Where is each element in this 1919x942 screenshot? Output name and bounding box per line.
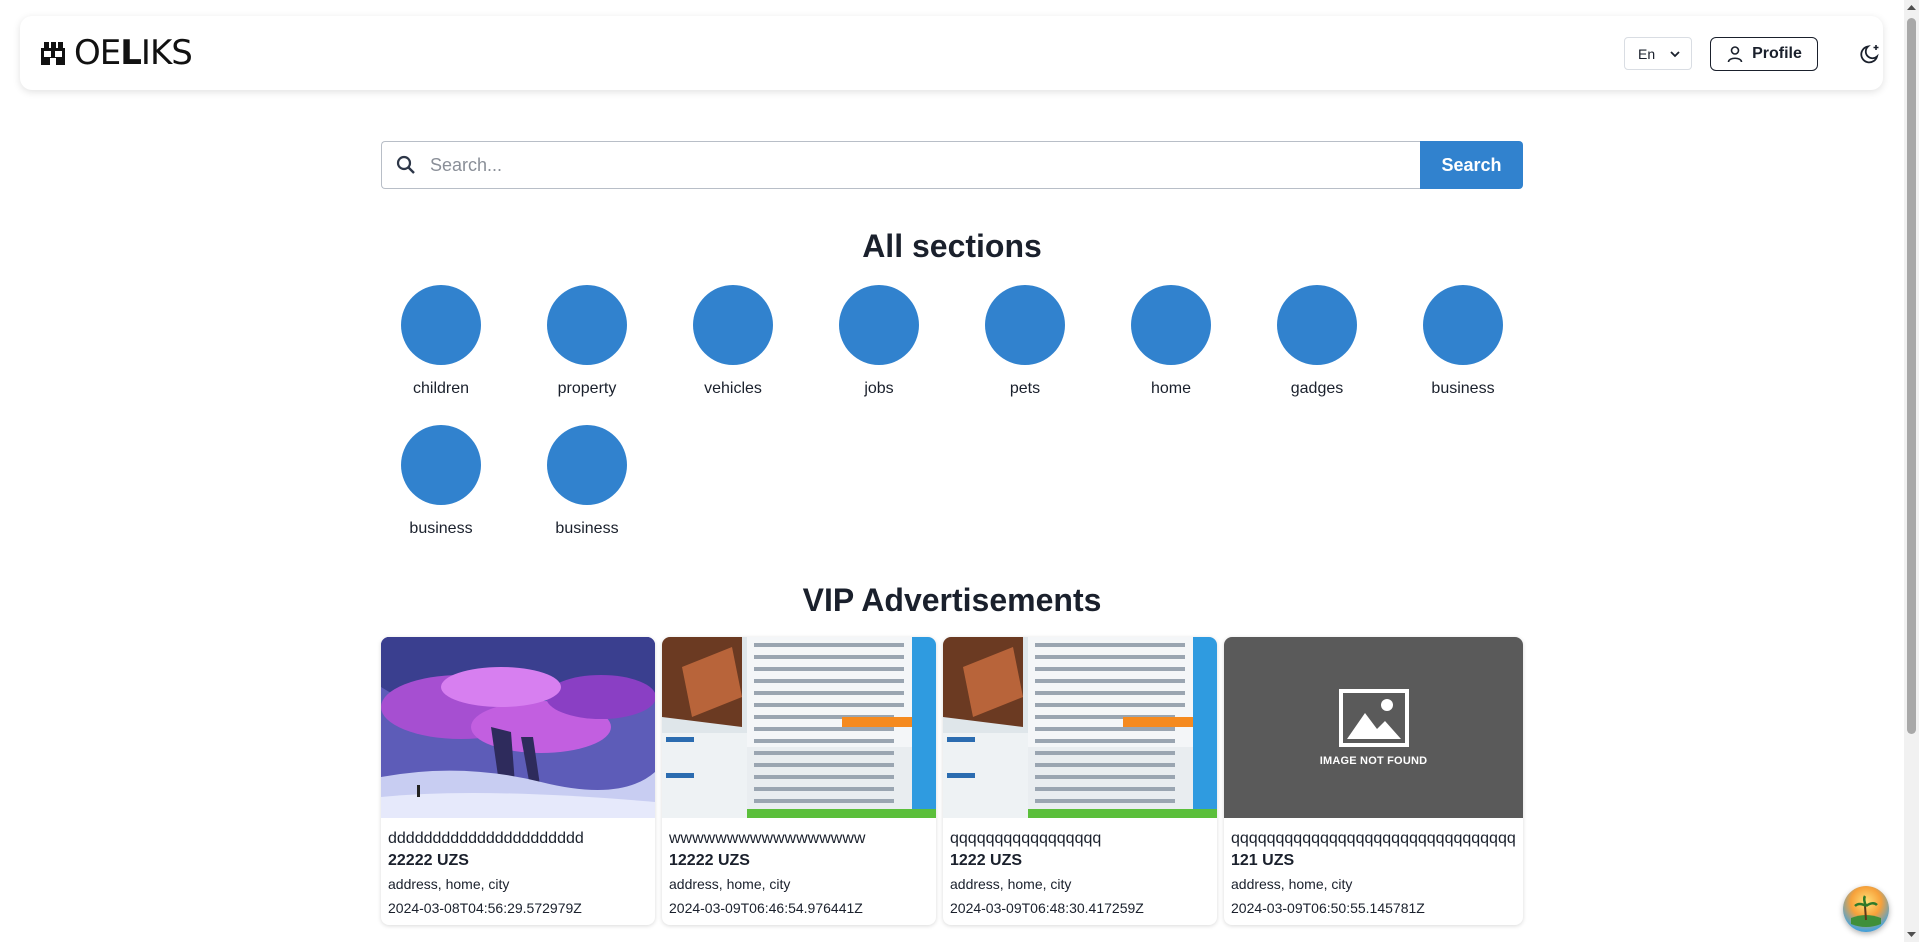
section-label: property [557,380,617,397]
ad-image-placeholder: IMAGE NOT FOUND [1224,637,1523,818]
section-icon [839,285,919,365]
logo-text: OELIKS [74,33,193,73]
section-label: business [555,520,619,537]
language-select[interactable]: En [1624,37,1692,70]
scroll-up-icon[interactable] [1907,3,1916,13]
section-label: jobs [864,380,894,397]
section-icon [693,285,773,365]
ad-title: dddddddddddddddddddddd [388,830,584,847]
section-item-vehicles[interactable]: vehicles [673,285,793,398]
ad-address: address, home, city [1231,876,1353,892]
search-button[interactable]: Search [1420,141,1523,189]
scroll-thumb[interactable] [1907,18,1916,734]
section-label: gadges [1290,380,1344,397]
ad-price: 1222 UZS [950,852,1023,869]
ad-price: 22222 UZS [388,852,469,869]
ad-address: address, home, city [669,876,791,892]
user-icon [1727,46,1743,63]
ad-card[interactable]: qqqqqqqqqqqqqqqqq 1222 UZS address, home… [943,637,1217,925]
section-item-children[interactable]: children [381,285,501,398]
page-scrollbar[interactable] [1904,0,1919,942]
profile-label: Profile [1752,45,1802,62]
ad-card[interactable]: IMAGE NOT FOUND qqqqqqqqqqqqqqqqqqqqqqqq… [1224,637,1523,925]
section-label: vehicles [704,380,762,397]
ad-date: 2024-03-08T04:56:29.572979Z [388,900,582,916]
ad-title: wwwwwwwwwwwwwwwww [669,830,866,847]
ad-date: 2024-03-09T06:48:30.417259Z [950,900,1144,916]
beach-icon [1851,895,1881,927]
section-item-jobs[interactable]: jobs [819,285,939,398]
section-label: business [409,520,473,537]
theme-toggle-button[interactable] [1856,40,1884,68]
image-placeholder-icon [1339,689,1409,747]
section-icon [401,285,481,365]
scroll-down-icon[interactable] [1907,929,1916,939]
ad-card[interactable]: wwwwwwwwwwwwwwwww 12222 UZS address, hom… [662,637,936,925]
section-item-business[interactable]: business [527,425,647,538]
ad-image [662,637,936,818]
moon-icon [1860,45,1879,64]
search-input[interactable] [430,154,1420,176]
section-icon [547,425,627,505]
image-not-found-text: IMAGE NOT FOUND [1319,755,1428,767]
ad-card[interactable]: dddddddddddddddddddddd 22222 UZS address… [381,637,655,925]
ad-date: 2024-03-09T06:50:55.145781Z [1231,900,1425,916]
top-navbar: OELIKS En Profile [20,16,1883,90]
ad-date: 2024-03-09T06:46:54.976441Z [669,900,863,916]
shop-icon [41,42,65,65]
ad-image [943,637,1217,818]
fantasy-tree-image [381,637,655,818]
ad-image [381,637,655,818]
section-item-gadges[interactable]: gadges [1257,285,1377,398]
section-label: pets [1009,380,1041,397]
section-label: business [1431,380,1495,397]
search-icon [396,155,415,174]
vip-heading: VIP Advertisements [802,582,1102,618]
section-item-property[interactable]: property [527,285,647,398]
ad-address: address, home, city [388,876,510,892]
section-icon [1277,285,1357,365]
ad-title: qqqqqqqqqqqqqqqqq [950,830,1102,847]
section-item-pets[interactable]: pets [965,285,1085,398]
sections-heading: All sections [862,228,1042,264]
search-bar: Search [381,141,1523,189]
section-icon [1131,285,1211,365]
screenshot-image [662,637,936,818]
section-icon [985,285,1065,365]
logo[interactable]: OELIKS [38,33,193,73]
ad-price: 121 UZS [1231,852,1295,869]
section-icon [401,425,481,505]
section-item-business[interactable]: business [1403,285,1523,398]
section-label: children [412,380,470,397]
section-item-home[interactable]: home [1111,285,1231,398]
vip-ads-list: dddddddddddddddddddddd 22222 UZS address… [381,637,1523,927]
ad-address: address, home, city [950,876,1072,892]
language-value: En [1638,45,1656,62]
section-icon [547,285,627,365]
profile-button[interactable]: Profile [1710,37,1818,71]
ad-title: qqqqqqqqqqqqqqqqqqqqqqqqqqqqqqqqq [1231,830,1516,847]
section-icon [1423,285,1503,365]
section-item-business[interactable]: business [381,425,501,538]
search-box [381,141,1420,189]
assistant-fab[interactable] [1843,886,1889,932]
screenshot-image [943,637,1217,818]
section-label: home [1150,380,1192,397]
ad-price: 12222 UZS [669,852,750,869]
chevron-down-icon [1670,50,1680,57]
